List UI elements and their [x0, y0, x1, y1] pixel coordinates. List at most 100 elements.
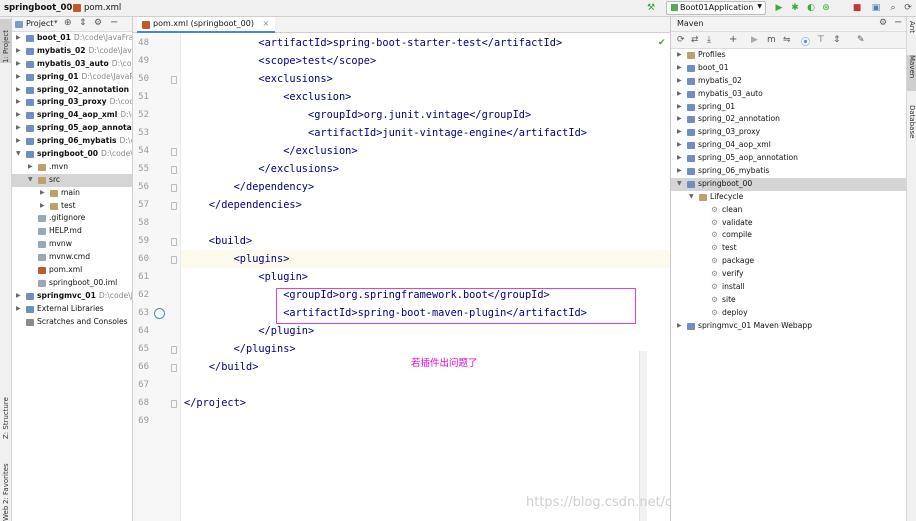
execute-goal-icon[interactable]: m [767, 35, 776, 45]
chevron-right-icon[interactable]: ▶ [40, 187, 45, 200]
hide-icon[interactable]: − [894, 17, 902, 28]
maven-goal-item[interactable]: ⚙ clean [671, 204, 906, 217]
favorites-tool-tab[interactable]: 2: Favorites [0, 449, 12, 504]
chevron-right-icon[interactable]: ▶ [16, 135, 21, 148]
project-tree-item[interactable]: ▶ .mvn [12, 161, 132, 174]
breadcrumb-file[interactable]: pom.xml [84, 3, 121, 13]
maven-tree-item[interactable]: ▶ boot_01 [671, 62, 906, 75]
project-tree-item[interactable]: ▶ External Libraries [12, 303, 132, 316]
project-tree-item[interactable]: Scratches and Consoles [12, 316, 132, 329]
skip-tests-icon[interactable]: ⦿ [801, 35, 810, 48]
profile-icon[interactable]: ⊛ [820, 2, 832, 14]
chevron-down-icon[interactable]: ▼ [16, 148, 21, 161]
gear-icon[interactable]: ⚙ [879, 18, 887, 28]
breadcrumb-project[interactable]: springboot_00 [4, 3, 72, 13]
maven-tree-item[interactable]: ▶ mybatis_02 [671, 75, 906, 88]
run-maven-icon[interactable]: ▶ [751, 35, 758, 45]
chevron-right-icon[interactable]: ▶ [677, 49, 682, 62]
maven-goal-item[interactable]: ⚙ validate [671, 217, 906, 230]
maven-tree-item[interactable]: ▶ spring_04_aop_xml [671, 139, 906, 152]
download-icon[interactable]: ⤓ [707, 35, 711, 45]
maven-tree-item[interactable]: ▶ spring_02_annotation [671, 113, 906, 126]
chevron-right-icon[interactable]: ▶ [16, 58, 21, 71]
fold-marker-icon[interactable] [171, 238, 177, 246]
maven-tree-item[interactable]: ▶ spring_05_aop_annotation [671, 152, 906, 165]
project-tree-item[interactable]: ▶ test [12, 200, 132, 213]
chevron-right-icon[interactable]: ▶ [16, 45, 21, 58]
chevron-right-icon[interactable]: ▶ [40, 200, 45, 213]
maven-tree-item[interactable]: ▼ springboot_00 [671, 177, 906, 191]
project-tree-item[interactable]: mvnw.cmd [12, 251, 132, 264]
fold-marker-icon[interactable] [171, 364, 177, 372]
chevron-right-icon[interactable]: ▶ [677, 62, 682, 75]
maven-tree-item[interactable]: ▶ spring_01 [671, 101, 906, 114]
wrench-icon[interactable]: ✎ [857, 35, 865, 45]
collapse-all-icon[interactable]: ⇕ [833, 35, 841, 45]
gear-icon[interactable]: ⚙ [94, 18, 102, 28]
maven-plugin-gutter-icon[interactable] [154, 308, 165, 319]
fold-marker-icon[interactable] [171, 184, 177, 192]
project-tree-item[interactable]: HELP.md [12, 225, 132, 238]
chevron-down-icon[interactable]: ▼ [677, 178, 682, 191]
maven-tool-tab[interactable]: Maven [907, 55, 916, 91]
maven-goal-item[interactable]: ⚙ site [671, 294, 906, 307]
chevron-right-icon[interactable]: ▶ [677, 126, 682, 139]
show-dependencies-icon[interactable]: ⊤ [817, 35, 825, 45]
chevron-right-icon[interactable]: ▶ [16, 84, 21, 97]
structure-tool-tab[interactable]: Z: Structure [0, 387, 12, 439]
tab-pom-xml[interactable]: pom.xml (springboot_00) × [137, 17, 276, 33]
generate-sources-icon[interactable]: ⇄ [691, 35, 699, 45]
maven-tree-item[interactable]: ▶ Profiles [671, 49, 906, 62]
maven-goal-item[interactable]: ⚙ deploy [671, 307, 906, 320]
close-icon[interactable]: × [262, 19, 269, 28]
project-tree-item[interactable]: ▶ spring_01 D:\code\JavaF [12, 71, 132, 84]
chevron-right-icon[interactable]: ▶ [677, 88, 682, 101]
project-tool-tab[interactable]: 1: Project [0, 19, 12, 63]
database-tool-tab[interactable]: Database [907, 105, 916, 149]
project-tree-item[interactable]: ▼ springboot_00D:\code\Ja [12, 148, 132, 161]
ant-tool-tab[interactable]: Ant [907, 21, 916, 43]
project-tree-item[interactable]: ▶ spring_04_aop_xmlD:\code [12, 109, 132, 122]
project-tree-item[interactable]: springboot_00.iml [12, 277, 132, 290]
run-icon[interactable]: ▶ [773, 2, 785, 14]
maven-goal-item[interactable]: ⚙ compile [671, 229, 906, 242]
chevron-down-icon[interactable]: ▾ [54, 18, 58, 26]
hide-icon[interactable]: − [110, 17, 118, 28]
chevron-right-icon[interactable]: ▶ [677, 152, 682, 165]
project-tree-item[interactable]: ▶ spring_05_aop_annotatio [12, 122, 132, 135]
chevron-down-icon[interactable]: ▼ [689, 191, 694, 204]
fold-marker-icon[interactable] [171, 256, 177, 264]
maven-goal-item[interactable]: ⚙ package [671, 255, 906, 268]
chevron-right-icon[interactable]: ▶ [16, 303, 21, 316]
project-tree-item[interactable]: .gitignore [12, 212, 132, 225]
maven-tree-item[interactable]: ▶ spring_06_mybatis [671, 165, 906, 178]
maven-tree-item[interactable]: ▶ springmvc_01 Maven Webapp [671, 320, 906, 333]
collapse-all-icon[interactable]: ⇕ [79, 18, 87, 28]
project-tree-item[interactable]: pom.xml [12, 264, 132, 277]
maven-tree-item[interactable]: ▶ mybatis_03_auto [671, 88, 906, 101]
chevron-right-icon[interactable]: ▶ [16, 109, 21, 122]
maven-tree-item[interactable]: ▶ spring_03_proxy [671, 126, 906, 139]
web-tool-tab[interactable]: Web [0, 506, 12, 521]
chevron-down-icon[interactable]: ▼ [28, 174, 33, 187]
project-tree-item[interactable]: ▶spring_02_annotationD:\co [12, 84, 132, 97]
maven-goal-item[interactable]: ⚙ verify [671, 268, 906, 281]
maven-goal-item[interactable]: ⚙ test [671, 242, 906, 255]
fold-marker-icon[interactable] [171, 400, 177, 408]
chevron-right-icon[interactable]: ▶ [16, 96, 21, 109]
chevron-right-icon[interactable]: ▶ [16, 290, 21, 303]
project-tree-item[interactable]: ▶ mybatis_02 D:\code\Jav [12, 45, 132, 58]
locate-icon[interactable]: ⊕ [64, 18, 72, 28]
chevron-right-icon[interactable]: ▶ [28, 161, 33, 174]
chevron-right-icon[interactable]: ▶ [16, 32, 21, 45]
chevron-right-icon[interactable]: ▶ [16, 122, 21, 135]
chevron-right-icon[interactable]: ▶ [677, 113, 682, 126]
fold-marker-icon[interactable] [171, 148, 177, 156]
maven-tree-item[interactable]: ▼ Lifecycle [671, 191, 906, 204]
project-tree-item[interactable]: ▶ spring_03_proxyD:\code [12, 96, 132, 109]
chevron-right-icon[interactable]: ▶ [677, 75, 682, 88]
ide-search-icon[interactable]: ⌕ [887, 2, 899, 14]
toggle-offline-icon[interactable]: ⇋ [783, 35, 791, 45]
coverage-icon[interactable]: ◐ [805, 2, 817, 14]
project-tree-item[interactable]: ▶ springmvc_01D:\code\Ja [12, 290, 132, 303]
